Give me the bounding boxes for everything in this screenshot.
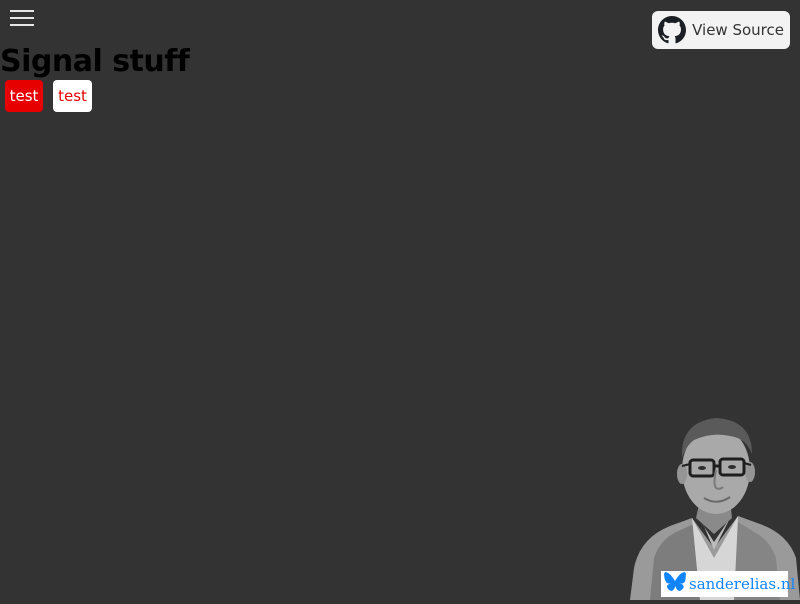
website-badge[interactable]: sanderelias.nl (661, 571, 788, 597)
hamburger-bar (10, 17, 34, 19)
page-title: Signal stuff (0, 44, 189, 79)
github-icon (658, 16, 686, 44)
bluesky-butterfly-icon (664, 572, 686, 596)
test-button-outline[interactable]: test (53, 80, 92, 112)
hamburger-menu-icon (10, 10, 34, 12)
test-button-filled[interactable]: test (5, 80, 43, 112)
view-source-button[interactable]: View Source (652, 11, 790, 49)
hamburger-bar (10, 24, 34, 26)
view-source-label: View Source (692, 21, 784, 39)
hamburger-menu-button[interactable] (10, 9, 34, 27)
website-badge-label: sanderelias.nl (689, 575, 795, 593)
